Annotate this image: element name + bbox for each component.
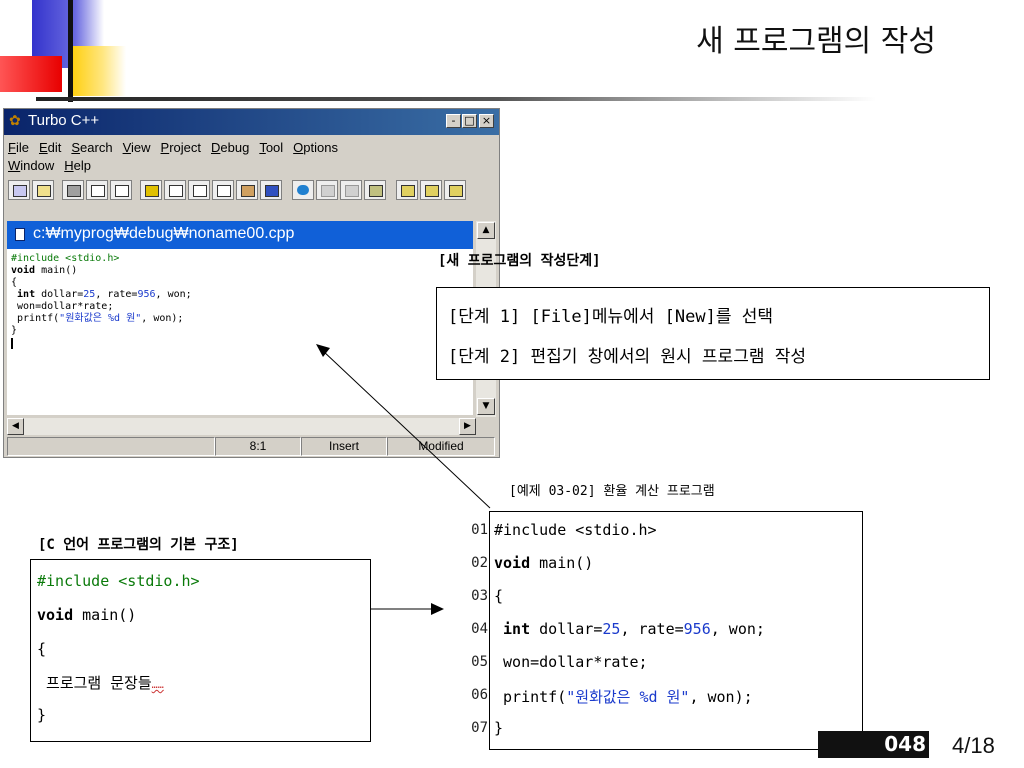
window-titlebar[interactable]: ✿ Turbo C++ - □ × <box>4 109 499 135</box>
undo-icon[interactable] <box>292 180 314 200</box>
search-again-icon[interactable] <box>444 180 466 200</box>
structure-arrowhead <box>431 603 444 615</box>
structure-heading: [C 언어 프로그램의 기본 구조] <box>38 537 239 553</box>
editor-line-3: { <box>11 277 18 288</box>
example-caption: [예제 03-02] 환율 계산 프로그램 <box>509 484 715 499</box>
horizontal-scrollbar[interactable]: ◀ ▶ <box>7 418 476 435</box>
line-number: 01 <box>471 522 488 538</box>
document-titlebar[interactable]: c:₩myprog₩debug₩noname00.cpp <box>7 221 473 249</box>
editor-line-7: } <box>11 325 18 336</box>
menu-project[interactable]: Project <box>161 139 201 157</box>
make-icon[interactable] <box>164 180 186 200</box>
structure-open-brace: { <box>37 640 47 658</box>
menu-window[interactable]: Window <box>8 157 54 175</box>
status-message <box>7 437 215 456</box>
line-number: 03 <box>471 588 488 604</box>
editor-line-4: int dollar=25, rate=956, won; <box>17 289 192 300</box>
copy-icon[interactable] <box>340 180 362 200</box>
menu-bar: File Edit Search View Project Debug Tool Option… <box>8 139 478 175</box>
line-number: 07 <box>471 720 488 736</box>
build-icon[interactable] <box>260 180 282 200</box>
editor-line-2: void main() <box>11 265 78 276</box>
trace-into-icon[interactable] <box>212 180 234 200</box>
app-icon: ✿ <box>9 113 21 129</box>
menu-tool[interactable]: Tool <box>259 139 283 157</box>
scroll-up-icon[interactable]: ▲ <box>477 222 495 239</box>
document-path: c:₩myprog₩debug₩noname00.cpp <box>33 225 295 242</box>
document-icon <box>15 228 25 241</box>
code-editor[interactable]: #include <stdio.h> void main() { int dol… <box>7 249 473 415</box>
save-all-icon[interactable] <box>86 180 108 200</box>
decor-yellow-block <box>68 46 126 96</box>
line-number: 05 <box>471 654 488 670</box>
line-number: 04 <box>471 621 488 637</box>
structure-body: 프로그램 문장들…… <box>37 674 164 692</box>
text-cursor <box>11 338 13 349</box>
steps-box: [단계 1] [File]메뉴에서 [New]를 선택 [단계 2] 편집기 창… <box>436 287 990 380</box>
step-over-icon[interactable] <box>188 180 210 200</box>
status-bar: 8:1 Insert Modified <box>7 437 496 457</box>
structure-close-brace: } <box>37 706 47 724</box>
menu-debug[interactable]: Debug <box>211 139 249 157</box>
title-underline <box>36 97 876 101</box>
save-icon[interactable] <box>62 180 84 200</box>
cut-icon[interactable] <box>316 180 338 200</box>
line-number: 06 <box>471 687 488 703</box>
example-line-5: won=dollar*rate; <box>494 653 648 671</box>
line-number: 02 <box>471 555 488 571</box>
slide-title: 새 프로그램의 작성 <box>696 24 936 59</box>
editor-line-1: #include <stdio.h> <box>11 253 120 264</box>
status-modified: Modified <box>387 437 495 456</box>
editor-line-6: printf("원화값은 %d 원", won); <box>11 313 184 324</box>
example-line-4: int dollar=25, rate=956, won; <box>503 620 765 638</box>
menu-view[interactable]: View <box>123 139 151 157</box>
decor-red-block <box>0 56 62 92</box>
menu-help[interactable]: Help <box>64 157 91 175</box>
turbo-cpp-window: ✿ Turbo C++ - □ × File Edit Search View Proj… <box>3 108 500 458</box>
structure-include: #include <stdio.h> <box>37 572 200 590</box>
menu-edit[interactable]: Edit <box>39 139 61 157</box>
maximize-button[interactable]: □ <box>462 114 477 128</box>
decor-vertical-line <box>68 0 73 102</box>
page-badge: 048 <box>818 731 929 758</box>
window-title: Turbo C++ <box>28 112 100 129</box>
page-number: 4/18 <box>952 733 995 758</box>
scroll-right-icon[interactable]: ▶ <box>459 418 476 435</box>
close-button[interactable]: × <box>479 114 494 128</box>
step-2: [단계 2] 편집기 창에서의 원시 프로그램 작성 <box>448 347 806 367</box>
steps-heading: [새 프로그램의 작성단계] <box>438 253 601 269</box>
example-line-6: printf("원화값은 %d 원", won); <box>494 688 753 706</box>
minimize-button[interactable]: - <box>446 114 461 128</box>
editor-line-5: won=dollar*rate; <box>11 301 114 312</box>
new-icon[interactable] <box>8 180 30 200</box>
status-position: 8:1 <box>215 437 301 456</box>
compile-icon[interactable] <box>140 180 162 200</box>
example-line-7: } <box>494 719 504 737</box>
find-icon[interactable] <box>396 180 418 200</box>
status-mode: Insert <box>301 437 387 456</box>
step-1: [단계 1] [File]메뉴에서 [New]를 선택 <box>448 307 773 327</box>
example-line-3: { <box>494 587 504 605</box>
toolbar <box>8 177 498 203</box>
example-line-2: void main() <box>494 554 594 572</box>
example-line-1: #include <stdio.h> <box>494 521 657 539</box>
menu-file[interactable]: File <box>8 139 29 157</box>
replace-icon[interactable] <box>420 180 442 200</box>
print-icon[interactable] <box>110 180 132 200</box>
scroll-left-icon[interactable]: ◀ <box>7 418 24 435</box>
structure-main: void main() <box>37 606 137 624</box>
paste-icon[interactable] <box>364 180 386 200</box>
open-icon[interactable] <box>32 180 54 200</box>
run-icon[interactable] <box>236 180 258 200</box>
menu-search[interactable]: Search <box>71 139 112 157</box>
scroll-down-icon[interactable]: ▼ <box>477 398 495 415</box>
menu-options[interactable]: Options <box>293 139 338 157</box>
structure-box: #include <stdio.h> void main() { 프로그램 문장… <box>30 559 371 742</box>
